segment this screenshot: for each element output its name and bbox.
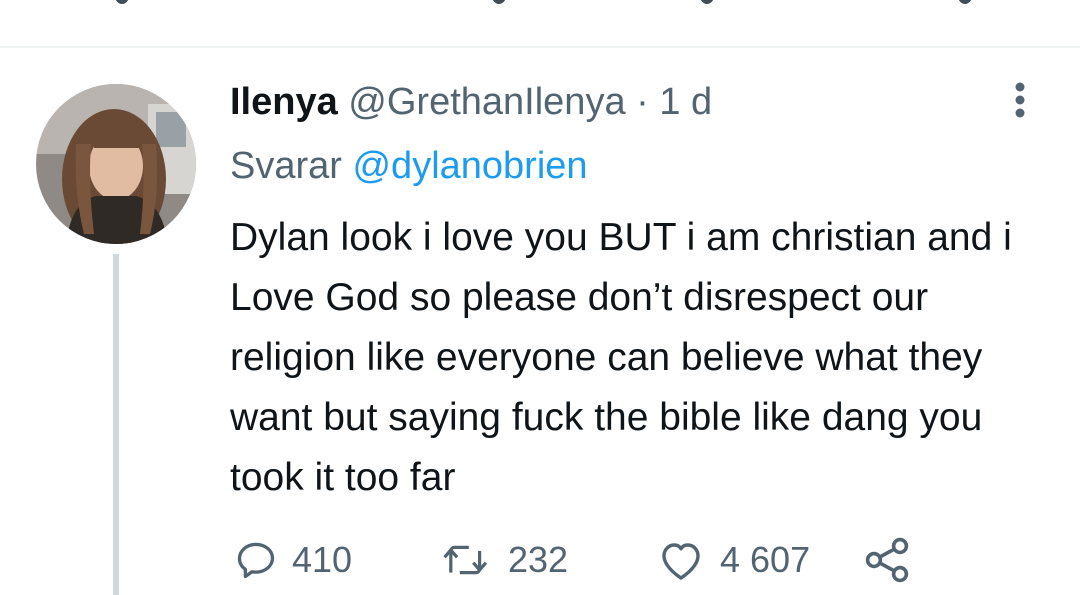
previous-tweet-fragment (700, 0, 714, 4)
display-name[interactable]: Ilenya (230, 81, 338, 123)
more-options-button[interactable] (1002, 80, 1038, 120)
retweet-icon (443, 545, 488, 575)
like-button[interactable]: 4 607 (656, 530, 810, 590)
heart-icon (662, 543, 700, 580)
replying-to: Svarar @dylanobrien (230, 140, 588, 192)
share-icon (865, 537, 909, 583)
reply-count: 410 (292, 539, 353, 580)
header-separator: · (636, 81, 649, 123)
retweet-button[interactable]: 232 (440, 530, 568, 590)
tweet-text: Dylan look i love you BUT i am christian… (230, 216, 1012, 499)
like-count: 4 607 (720, 539, 811, 580)
divider (0, 46, 1080, 48)
tweet-header: Ilenya @GrethanIlenya · 1 d (230, 76, 712, 128)
previous-tweet-fragment (958, 0, 972, 4)
thread-line (113, 254, 119, 595)
share-button[interactable] (862, 530, 914, 590)
retweet-count: 232 (508, 539, 569, 580)
timestamp[interactable]: 1 d (659, 81, 712, 123)
previous-tweet-fragment (492, 0, 506, 4)
reply-icon (237, 542, 275, 579)
user-handle[interactable]: @GrethanIlenya (348, 81, 625, 123)
replying-to-mention[interactable]: @dylanobrien (352, 145, 587, 187)
replying-prefix: Svarar (230, 145, 342, 187)
previous-tweet-fragment (115, 0, 129, 4)
reply-button[interactable]: 410 (234, 530, 352, 590)
more-vertical-icon (1015, 82, 1025, 118)
avatar[interactable] (36, 84, 196, 244)
avatar-image (36, 84, 196, 244)
